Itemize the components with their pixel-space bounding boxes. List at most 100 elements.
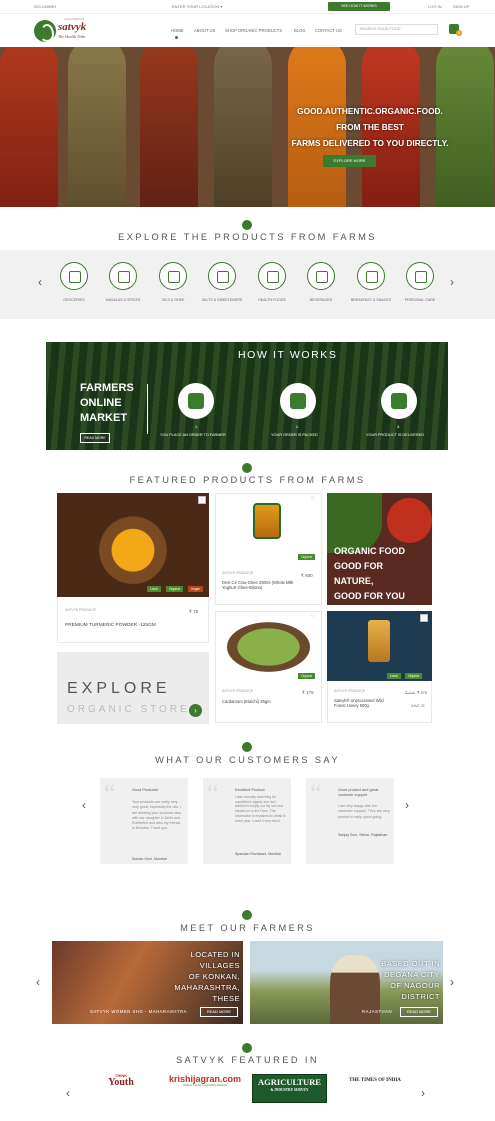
nav-blog[interactable]: BLOG — [294, 28, 306, 33]
quote-icon: “ — [207, 779, 219, 808]
product-price: ₹ 175 — [302, 690, 314, 695]
groceries-icon — [60, 262, 88, 290]
hero-line-2: FROM THE BEST — [336, 122, 404, 132]
location-selector[interactable]: ENTER YOUR LOCATION ▾ — [172, 4, 223, 9]
search-input[interactable]: SEARCH GOOD FOOD — [355, 24, 438, 35]
press-title: SATVYK FEATURED IN — [175, 1055, 320, 1065]
testimonial-card: “ Excellent Product I was honestly searc… — [203, 778, 291, 864]
explore-more-button[interactable]: EXPLORE MORE — [323, 155, 376, 167]
how-it-works-button[interactable]: SEE HOW IT WORKS — [328, 2, 390, 11]
banner-line: GOOD FOR — [334, 561, 383, 571]
chevron-left-icon[interactable]: ‹ — [66, 1086, 70, 1100]
category-breakfast[interactable]: BREAKFAST & SNACKS — [346, 262, 396, 303]
category-label: MASALAS & SPICES — [105, 298, 141, 302]
banner-line: ORGANIC FOOD — [334, 546, 405, 556]
nav-about[interactable]: ABOUT US — [194, 28, 215, 33]
nav-contact[interactable]: CONTACT US — [315, 28, 342, 33]
farmer-text-line: DISTRICT — [401, 992, 440, 1001]
testimonials-title: WHAT OUR CUSTOMERS SAY — [155, 755, 340, 765]
hero-line-3: FARMS DELIVERED TO YOU DIRECTLY. — [291, 138, 449, 148]
top-bar: 020-24899H ENTER YOUR LOCATION ▾ SIGN UP… — [0, 0, 495, 14]
badge-organic: Organic — [166, 586, 184, 592]
badge-organic: Organic — [405, 673, 423, 679]
chevron-right-icon[interactable]: › — [405, 798, 409, 812]
login-link[interactable]: LOG IN — [428, 4, 442, 9]
farmer-text-line: OF NAGOUR — [390, 981, 440, 990]
krishijagran-logo[interactable]: krishijagran.com Indian's number 1 Agric… — [166, 1074, 244, 1087]
badge-vegan: Vegan — [188, 586, 204, 592]
testimonial-author: Sanjay Suni, Sikhar, Rajasthan — [338, 833, 388, 837]
chevron-right-icon[interactable]: › — [450, 275, 454, 289]
hero-headline: GOOD.AUTHENTIC.ORGANIC.FOOD. FROM THE BE… — [270, 103, 470, 151]
organic-banner-text: ORGANIC FOOD GOOD FOR NATURE, GOOD FOR Y… — [334, 544, 405, 604]
wishlist-icon[interactable]: ♡ — [309, 496, 317, 504]
product-price: ₹ 375 — [417, 691, 427, 695]
nav-home[interactable]: HOME — [171, 28, 184, 33]
logo-icon[interactable] — [34, 20, 56, 42]
testimonial-heading: Good product and great customer support — [338, 788, 379, 797]
farmer-read-more-button[interactable]: READ MORE — [400, 1007, 438, 1017]
health-icon — [258, 262, 286, 290]
ghee-jar-image — [253, 503, 281, 539]
product-name[interactable]: Cardamom (Elaichi) 25gm — [222, 699, 302, 705]
testimonial-heading: Excellent Product — [235, 788, 265, 792]
category-groceries[interactable]: GROCERIES — [49, 262, 99, 303]
chevron-right-icon[interactable]: › — [450, 975, 454, 989]
logo-text: krishijagran.com — [168, 1074, 242, 1084]
step-number: 3. — [397, 425, 401, 429]
wishlist-icon[interactable]: ♡ — [420, 614, 428, 622]
turmeric-image — [57, 493, 209, 597]
times-of-india-logo[interactable]: THE TIMES OF INDIA — [346, 1078, 404, 1083]
nav-shop[interactable]: SHOP ORGANIC PRODUCTS — [225, 28, 282, 33]
product-old-price: ₹ 400 — [405, 691, 415, 695]
quote-icon: “ — [310, 779, 322, 808]
farmers-title: MEET OUR FARMERS — [180, 923, 315, 933]
product-name[interactable]: Satvyk® Unprocessed Wild Forest Honey 50… — [334, 698, 396, 708]
farmer-read-more-button[interactable]: READ MORE — [200, 1007, 238, 1017]
category-salts[interactable]: SALTS & SWEETENERS — [197, 262, 247, 303]
chevron-left-icon[interactable]: ‹ — [82, 798, 86, 812]
category-spices[interactable]: MASALAS & SPICES — [98, 262, 148, 303]
product-name[interactable]: PREMIUM TURMERIC POWDER -125GM — [65, 623, 165, 629]
farmer-description: BASED OUT IN DEGANA CITY OF NAGOUR DISTR… — [350, 958, 440, 1002]
basket-icon — [280, 383, 316, 419]
youth-logo[interactable]: THINK Youth — [100, 1073, 142, 1088]
farmer-text-line: VILLAGES — [199, 961, 240, 970]
logo-text: Youth — [108, 1077, 134, 1088]
farmer-description: LOCATED IN VILLAGES OF KONKAN, MAHARASHT… — [150, 949, 240, 1004]
chevron-left-icon[interactable]: ‹ — [38, 275, 42, 289]
step-number: 1. — [195, 425, 199, 429]
signup-link[interactable]: SIGN UP — [453, 4, 469, 9]
category-personal-care[interactable]: PERSONAL CARE — [395, 262, 445, 303]
farmer-text-line: OF KONKAN, — [188, 972, 240, 981]
chevron-left-icon[interactable]: ‹ — [36, 975, 40, 989]
banner-line: GOOD FOR YOU — [334, 591, 405, 601]
leaf-icon — [242, 463, 252, 473]
brand-name[interactable]: satvyk — [58, 21, 86, 33]
category-oils[interactable]: OILS & GHEE — [148, 262, 198, 303]
leaf-icon — [242, 1043, 252, 1053]
cardamom-image — [220, 618, 317, 676]
wishlist-icon[interactable]: ♡ — [198, 496, 206, 504]
agriculture-survey-logo[interactable]: AGRICULTURE & INDUSTRY SURVEY — [252, 1074, 327, 1103]
category-beverages[interactable]: BEVERAGES — [296, 262, 346, 303]
testimonial-author: Suman Goel, Mumbai — [132, 857, 167, 861]
chevron-right-icon[interactable]: › — [421, 1086, 425, 1100]
arrow-right-icon[interactable]: › — [189, 704, 202, 717]
product-brand: SATVYK PRODUCE — [222, 689, 254, 693]
testimonial-card: “ Good product and great customer suppor… — [306, 778, 394, 864]
phone-number[interactable]: 020-24899H — [34, 4, 56, 9]
farmer-icon — [178, 383, 214, 419]
leaf-icon — [242, 742, 252, 752]
wishlist-icon[interactable]: ♡ — [309, 614, 317, 622]
read-more-button[interactable]: READ MORE — [80, 433, 110, 443]
category-label: SALTS & SWEETENERS — [201, 298, 243, 302]
testimonial-body: Your products are really very very good,… — [132, 800, 181, 831]
product-save: SAVE 25 — [411, 704, 425, 708]
badge-organic: Organic — [298, 554, 316, 560]
step-label: YOUR ORDER IS PACKED — [271, 433, 318, 437]
product-price: ₹ 600 — [301, 573, 313, 578]
category-health[interactable]: HEALTH FOODS — [247, 262, 297, 303]
product-name[interactable]: Desi Cir Cow Ghee 250ml (Whole Milk Yogh… — [222, 580, 294, 590]
badge-organic: Organic — [298, 673, 316, 679]
